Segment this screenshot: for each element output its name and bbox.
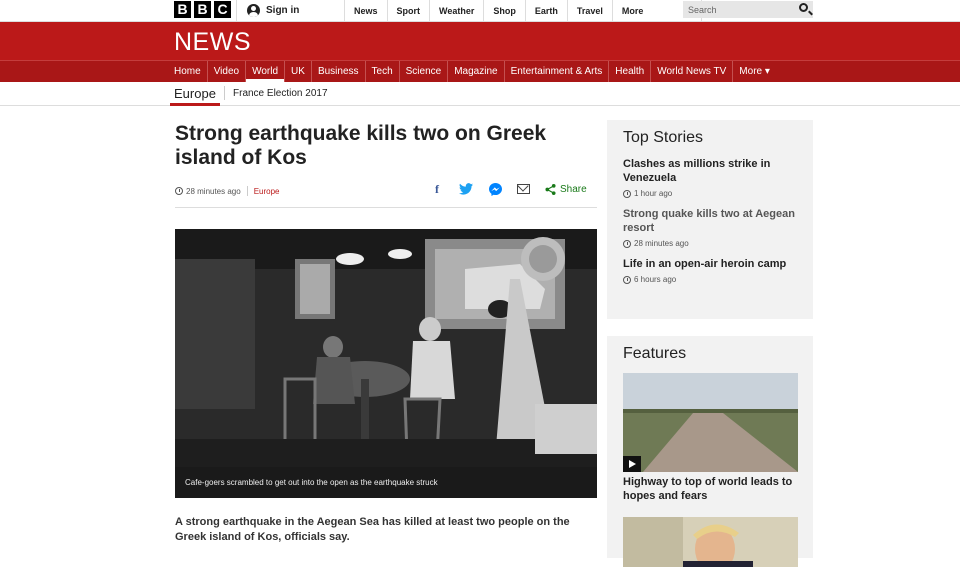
facebook-icon[interactable]: f [430, 182, 444, 196]
feature-image-portrait[interactable] [623, 517, 798, 567]
bbc-top-bar: B B C Sign in News Sport Weather Shop Ea… [0, 0, 960, 22]
top-story-time: 6 hours ago [623, 275, 797, 284]
top-story-item[interactable]: Life in an open-air heroin camp 6 hours … [623, 257, 797, 284]
story-time-label: 6 hours ago [634, 275, 677, 284]
sign-in-link[interactable]: Sign in [236, 0, 344, 21]
logo-letter: B [174, 1, 191, 18]
top-story-title[interactable]: Life in an open-air heroin camp [623, 257, 797, 271]
nav-business[interactable]: Business [312, 61, 366, 82]
share-button[interactable]: Share [545, 183, 587, 195]
portrait-image [623, 517, 798, 567]
twitter-icon[interactable] [459, 182, 473, 196]
features-panel: Features Highway to top of world leads t… [607, 336, 813, 567]
top-story-item[interactable]: Strong quake kills two at Aegean resort … [623, 207, 797, 248]
feature-title[interactable]: Highway to top of world leads to hopes a… [623, 475, 797, 503]
nav-health[interactable]: Health [609, 61, 652, 82]
top-stories-heading: Top Stories [623, 129, 704, 146]
nav-world[interactable]: World [246, 61, 286, 82]
top-nav-earth[interactable]: Earth [524, 0, 567, 21]
secondary-nav: Europe France Election 2017 [0, 82, 960, 106]
search-input[interactable]: Search [683, 1, 813, 18]
user-icon [247, 4, 260, 17]
divider [224, 86, 225, 100]
top-nav-weather[interactable]: Weather [429, 0, 483, 21]
top-story-time: 28 minutes ago [623, 239, 797, 248]
nav-uk[interactable]: UK [285, 61, 312, 82]
nav-video[interactable]: Video [208, 61, 247, 82]
top-nav-shop[interactable]: Shop [483, 0, 525, 21]
top-story-time: 1 hour ago [623, 189, 797, 198]
article-meta: 28 minutes ago Europe [175, 184, 280, 198]
feature-image-road[interactable] [623, 373, 798, 472]
nav-world-news-tv[interactable]: World News TV [651, 61, 734, 82]
article-section-link[interactable]: Europe [254, 187, 280, 196]
top-story-item[interactable]: Clashes as millions strike in Venezuela … [623, 157, 797, 198]
story-time-label: 1 hour ago [634, 189, 673, 198]
top-nav-sport[interactable]: Sport [386, 0, 430, 21]
clock-icon [623, 275, 631, 284]
features-heading: Features [623, 345, 687, 362]
bbc-logo[interactable]: B B C [174, 1, 231, 18]
top-stories-panel: Top Stories Clashes as millions strike i… [607, 120, 813, 319]
article-time: 28 minutes ago [186, 186, 241, 196]
top-story-title[interactable]: Strong quake kills two at Aegean resort [623, 207, 797, 235]
top-nav-travel[interactable]: Travel [566, 0, 612, 21]
logo-letter: B [194, 1, 211, 18]
clock-icon [623, 189, 631, 198]
search-icon[interactable] [799, 3, 808, 12]
article-lede: A strong earthquake in the Aegean Sea ha… [175, 516, 570, 543]
nav-science[interactable]: Science [400, 61, 449, 82]
clock-icon [175, 187, 183, 195]
share-tools: f Share [430, 182, 587, 196]
play-icon[interactable] [623, 456, 641, 472]
news-banner: NEWS [0, 22, 960, 60]
article-headline: Strong earthquake kills two on Greek isl… [175, 122, 547, 169]
nav-entertainment[interactable]: Entertainment & Arts [505, 61, 610, 82]
main-nav: Home Video World UK Business Tech Scienc… [0, 60, 960, 82]
nav-tech[interactable]: Tech [366, 61, 400, 82]
share-icon [545, 183, 556, 195]
article-video-still[interactable] [175, 229, 597, 467]
search-placeholder: Search [688, 4, 717, 15]
top-story-title[interactable]: Clashes as millions strike in Venezuela [623, 157, 797, 185]
image-caption: Cafe-goers scrambled to get out into the… [175, 467, 597, 498]
news-logo[interactable]: NEWS [174, 28, 251, 57]
messenger-icon[interactable] [488, 182, 502, 196]
share-label: Share [560, 183, 587, 195]
nav-magazine[interactable]: Magazine [448, 61, 505, 82]
sign-in-label: Sign in [266, 5, 300, 16]
nav-more[interactable]: More ▾ [733, 61, 776, 82]
road-landscape-image [623, 373, 798, 472]
clock-icon [623, 239, 631, 248]
nav-home[interactable]: Home [168, 61, 208, 82]
france-election-link[interactable]: France Election 2017 [233, 88, 328, 99]
divider [246, 186, 248, 196]
logo-letter: C [214, 1, 231, 18]
top-nav: News Sport Weather Shop Earth Travel Mor… [344, 0, 702, 21]
divider [175, 207, 597, 208]
story-time-label: 28 minutes ago [634, 239, 689, 248]
section-europe[interactable]: Europe [170, 86, 220, 106]
cafe-cctv-image [175, 229, 597, 467]
top-nav-news[interactable]: News [344, 0, 387, 21]
email-icon[interactable] [517, 184, 530, 194]
more-label: More [621, 5, 644, 16]
